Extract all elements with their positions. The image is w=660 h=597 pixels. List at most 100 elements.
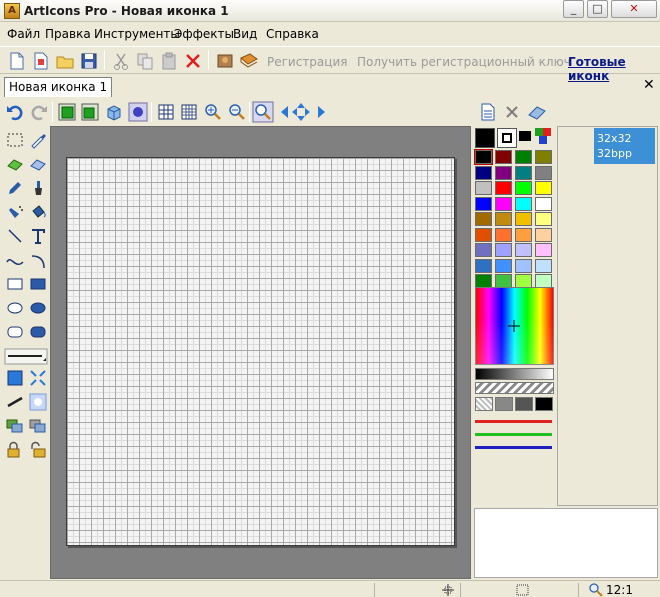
palette-swatch[interactable] [495, 243, 512, 257]
palette-swatch[interactable] [515, 212, 532, 226]
undo-icon[interactable] [4, 101, 26, 123]
menu-view[interactable]: Вид [233, 27, 257, 41]
palette-swatch[interactable] [535, 243, 552, 257]
palette-swatch[interactable] [495, 212, 512, 226]
palette-swatch[interactable] [495, 196, 512, 211]
palette-swatch[interactable] [495, 181, 512, 195]
remove-format-icon[interactable] [501, 101, 523, 123]
layer-green-icon[interactable] [56, 101, 78, 123]
get-key-button[interactable]: Получить регистрационный ключ [357, 55, 571, 69]
palette-swatch[interactable] [475, 274, 492, 288]
fine-grid-icon[interactable] [178, 101, 200, 123]
menu-file[interactable]: Файл [7, 27, 40, 41]
minimize-button[interactable]: _ [563, 0, 584, 18]
close-tab-button[interactable]: ✕ [643, 77, 655, 93]
filled-rounded-rect-icon[interactable] [28, 322, 48, 342]
layers-icon[interactable] [5, 416, 25, 436]
color-fill-icon[interactable] [5, 368, 25, 388]
smart-eraser-icon[interactable] [28, 154, 48, 174]
ellipse-icon[interactable] [5, 298, 25, 318]
rectangle-icon[interactable] [5, 274, 25, 294]
grid-icon[interactable] [155, 101, 177, 123]
palette-swatch[interactable] [495, 227, 512, 242]
menu-edit[interactable]: Правка [45, 27, 91, 41]
color-picker-icon[interactable] [535, 128, 553, 146]
palette-swatch[interactable] [475, 258, 492, 273]
line-icon[interactable] [5, 226, 25, 246]
icon-canvas-grid[interactable] [66, 157, 455, 546]
text-icon[interactable] [28, 226, 48, 246]
new-file-icon[interactable] [6, 50, 28, 72]
pattern-swatch-3[interactable] [515, 397, 533, 411]
glow-icon[interactable] [127, 101, 149, 123]
green-channel-slider[interactable] [475, 433, 552, 436]
cut-icon[interactable] [110, 50, 132, 72]
zoom-in-icon[interactable] [202, 101, 224, 123]
palette-swatch[interactable] [515, 196, 532, 211]
palette-swatch[interactable] [475, 212, 492, 226]
arc-icon[interactable] [28, 250, 48, 270]
curve-icon[interactable] [5, 250, 25, 270]
eyedropper-icon[interactable] [28, 130, 48, 150]
palette-swatch[interactable] [474, 149, 493, 165]
swap-colors-icon[interactable] [519, 131, 531, 141]
format-item-selected[interactable]: 32x32 32bpp [594, 128, 655, 164]
pattern-swatch-1[interactable] [475, 397, 493, 411]
palette-swatch[interactable] [475, 165, 492, 180]
eraser-tool-icon[interactable] [5, 154, 25, 174]
transform-icon[interactable] [28, 368, 48, 388]
lock-icon[interactable] [5, 440, 25, 460]
transparency-slider[interactable] [475, 382, 554, 394]
palette-swatch[interactable] [495, 165, 512, 180]
secondary-color-swatch[interactable] [497, 128, 517, 148]
palette-swatch[interactable] [535, 181, 552, 195]
filled-rectangle-icon[interactable] [28, 274, 48, 294]
pattern-swatch-4[interactable] [535, 397, 553, 411]
menu-help[interactable]: Справка [266, 27, 319, 41]
pattern-swatch-2[interactable] [495, 397, 513, 411]
lock-open-icon[interactable] [28, 440, 48, 460]
filled-ellipse-icon[interactable] [28, 298, 48, 318]
palette-swatch[interactable] [515, 181, 532, 195]
palette-swatch[interactable] [515, 243, 532, 257]
maximize-button[interactable]: □ [587, 0, 608, 18]
palette-swatch[interactable] [495, 258, 512, 273]
copy-icon[interactable] [134, 50, 156, 72]
tab-new-icon-1[interactable]: Новая иконка 1 [4, 77, 113, 97]
palette-swatch[interactable] [475, 181, 492, 195]
gradient-line-icon[interactable] [5, 392, 25, 412]
palette-swatch[interactable] [515, 227, 532, 242]
palette-swatch[interactable] [475, 196, 492, 211]
palette-swatch[interactable] [535, 165, 552, 180]
delete-icon[interactable] [182, 50, 204, 72]
rect-select-icon[interactable] [5, 130, 25, 150]
palette-swatch[interactable] [475, 243, 492, 257]
eraser-icon[interactable] [526, 101, 548, 123]
palette-swatch[interactable] [515, 150, 532, 164]
palette-swatch[interactable] [535, 258, 552, 273]
palette-swatch[interactable] [495, 150, 512, 164]
red-channel-slider[interactable] [475, 420, 552, 423]
palette-swatch[interactable] [535, 150, 552, 164]
document-icon[interactable] [477, 101, 499, 123]
primary-color-swatch[interactable] [475, 128, 495, 148]
save-icon[interactable] [78, 50, 100, 72]
new-icon-icon[interactable] [30, 50, 52, 72]
brush-icon[interactable] [28, 178, 48, 198]
cube-icon[interactable] [103, 101, 125, 123]
palette-swatch[interactable] [535, 212, 552, 226]
resources-icon[interactable] [214, 50, 236, 72]
palette-swatch[interactable] [515, 258, 532, 273]
layers-alt-icon[interactable] [28, 416, 48, 436]
palette-swatch[interactable] [475, 227, 492, 242]
book-icon[interactable] [238, 50, 260, 72]
redo-icon[interactable] [28, 101, 50, 123]
palette-swatch[interactable] [535, 196, 552, 211]
paste-icon[interactable] [158, 50, 180, 72]
rounded-rect-icon[interactable] [5, 322, 25, 342]
pencil-icon[interactable] [5, 178, 25, 198]
line-width-selector[interactable] [4, 346, 48, 366]
fill-bucket-icon[interactable] [28, 202, 48, 222]
register-button[interactable]: Регистрация [267, 55, 347, 69]
zoom-out-icon[interactable] [226, 101, 248, 123]
